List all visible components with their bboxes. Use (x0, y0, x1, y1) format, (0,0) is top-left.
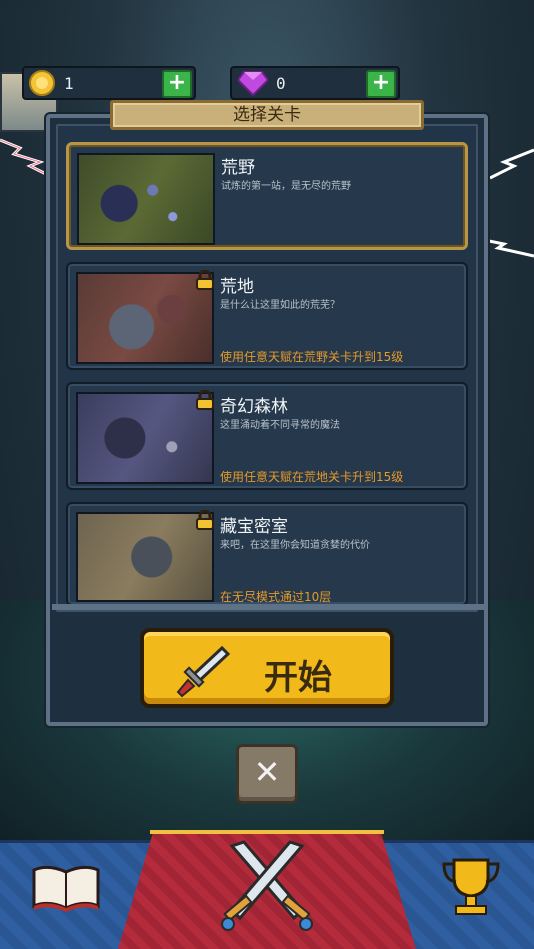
start-label: 开始 (264, 658, 332, 698)
gem-amount: 0 (276, 73, 286, 93)
level-name: 荒地 (220, 277, 254, 297)
panel-divider (52, 604, 484, 610)
close-icon: ✕ (253, 753, 281, 791)
level-thumbnail (76, 512, 214, 602)
unlock-requirement: 使用任意天赋在荒地关卡升到15级 (220, 470, 404, 484)
level-card-wasteland[interactable]: 荒地 是什么让这里如此的荒芜？ 使用任意天赋在荒野关卡升到15级 (66, 262, 468, 370)
sword-icon (176, 645, 231, 698)
trophy-icon[interactable] (440, 854, 502, 918)
start-button[interactable]: 开始 (140, 628, 394, 708)
add-coins-button[interactable]: + (162, 70, 192, 98)
gem-icon (238, 71, 268, 96)
level-card-fantasy-forest[interactable]: 奇幻森林 这里涌动着不同寻常的魔法 使用任意天赋在荒地关卡升到15级 (66, 382, 468, 490)
level-thumbnail (76, 392, 214, 484)
level-card-treasure-vault[interactable]: 藏宝密室 来吧，在这里你会知道贪婪的代价 在无尽模式通过10层 (66, 502, 468, 606)
level-description: 这里涌动着不同寻常的魔法 (220, 420, 340, 431)
book-icon[interactable] (30, 862, 102, 912)
level-card-wilderness[interactable]: 荒野 试炼的第一站，是无尽的荒野 (66, 142, 468, 250)
coin-icon (29, 70, 55, 96)
unlock-requirement: 使用任意天赋在荒野关卡升到15级 (220, 350, 404, 364)
battle-tab-border (150, 830, 384, 834)
level-description: 是什么让这里如此的荒芜？ (220, 300, 340, 311)
level-thumbnail (76, 272, 214, 364)
unlock-requirement: 在无尽模式通过10层 (220, 590, 332, 604)
level-thumbnail (77, 153, 215, 245)
gem-counter: 0 + (230, 66, 400, 100)
level-name: 藏宝密室 (220, 517, 288, 537)
lock-icon (196, 510, 214, 530)
coin-amount: 1 (64, 73, 74, 93)
lock-icon (196, 390, 214, 410)
add-gems-button[interactable]: + (366, 70, 396, 98)
close-button[interactable]: ✕ (236, 744, 298, 804)
level-name: 奇幻森林 (220, 397, 288, 417)
lightning-right-decoration (484, 148, 534, 258)
level-description: 来吧，在这里你会知道贪婪的代价 (220, 540, 370, 551)
coin-counter: 1 + (22, 66, 196, 100)
level-description: 试炼的第一站，是无尽的荒野 (221, 181, 351, 192)
lock-icon (196, 270, 214, 290)
panel-title: 选择关卡 (110, 100, 424, 130)
crossed-swords-icon (221, 840, 313, 931)
level-name: 荒野 (221, 158, 255, 178)
